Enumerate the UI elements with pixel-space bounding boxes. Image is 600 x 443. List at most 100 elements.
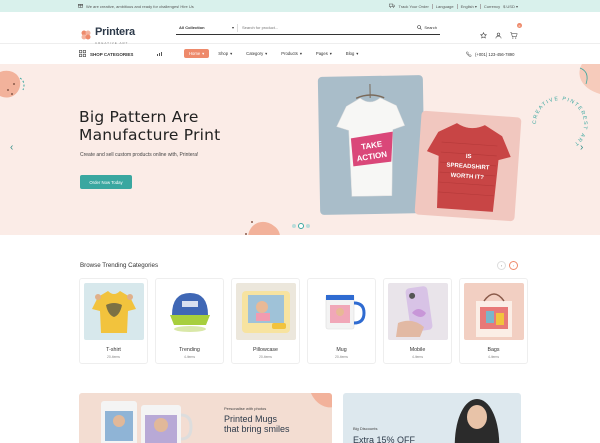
cap-image	[160, 283, 220, 340]
order-now-button[interactable]: Order Now Today	[80, 175, 132, 189]
prev-arrow-icon[interactable]: ‹	[497, 261, 506, 270]
search-category-value: All Collection	[179, 25, 205, 30]
grid-icon	[79, 50, 86, 58]
category-card-mug[interactable]: Mug 20-items	[307, 278, 376, 364]
account-icon[interactable]	[495, 26, 502, 44]
menu-item-label: Home	[189, 51, 201, 56]
tote-bag-image	[464, 283, 524, 340]
menu-item-label: Shop	[218, 51, 229, 56]
menu-item-label: Products	[281, 51, 298, 56]
discount-promo-banner[interactable]: Big Discounts Extra 15% OFF	[343, 393, 521, 443]
decorative-blob	[311, 393, 332, 408]
slider-dot-active[interactable]	[298, 223, 304, 229]
divider	[431, 3, 433, 9]
search-input[interactable]	[238, 25, 418, 30]
language-select[interactable]: English ▾	[461, 4, 477, 9]
logo[interactable]: Printera CREATIVE ART	[80, 22, 135, 45]
phone-link[interactable]: (+001) 123-456-7890	[466, 51, 514, 58]
category-card-bags[interactable]: Bags 4-items	[459, 278, 528, 364]
hero-title-line2: Manufacture Print	[79, 126, 221, 144]
phone-icon	[466, 51, 472, 58]
logo-text-group: Printera CREATIVE ART	[95, 22, 135, 46]
category-cards: T-shirt 20-items Trending 4-items Pillow…	[79, 278, 528, 364]
menu-item-category[interactable]: Category ▾	[241, 49, 272, 58]
menu: Home ▾ Shop ▾ Category ▾ Products ▾ Pages ▾ B…	[184, 49, 363, 58]
search-bar: All Collection ▾ Search	[176, 21, 440, 35]
hero-title: Big Pattern Are Manufacture Print	[79, 108, 220, 144]
category-name: Mug	[336, 347, 347, 353]
page: We are creative, ambitious and ready for…	[0, 0, 600, 443]
decorative-blob	[0, 70, 25, 98]
mugs-photo-image	[101, 401, 193, 443]
category-count: 4-items	[183, 355, 196, 359]
discount-promo-title: Extra 15% OFF	[353, 435, 416, 443]
circular-badge-text: CREATIVE PINTEREST ART	[532, 96, 587, 147]
wishlist-star-icon[interactable]	[480, 26, 487, 44]
track-order-link[interactable]: Track Your Order	[398, 4, 428, 9]
cart-icon	[510, 26, 518, 43]
cart-button[interactable]: 0	[510, 23, 522, 44]
circular-badge: CREATIVE PINTEREST ART	[532, 96, 587, 147]
currency-label: Currency	[483, 3, 501, 9]
language-value: English	[460, 3, 474, 9]
header: Printera CREATIVE ART All Collection ▾ S…	[0, 12, 600, 45]
category-card-trending[interactable]: Trending 4-items	[155, 278, 224, 364]
chevron-down-icon: ▾	[265, 51, 268, 56]
mugs-promo-banner[interactable]: Personalise with photos Printed Mugs tha…	[79, 393, 332, 443]
discount-promo-subtitle: Big Discounts	[353, 426, 378, 431]
mugs-promo-subtitle: Personalise with photos	[224, 406, 267, 411]
category-name: T-shirt	[106, 347, 121, 353]
category-count: 20-items	[334, 355, 348, 359]
category-count: 20-items	[258, 355, 272, 359]
chevron-down-icon: ▾	[299, 51, 302, 56]
top-bar: We are creative, ambitious and ready for…	[0, 0, 600, 12]
category-name: Mobile	[409, 347, 426, 353]
tshirt-image	[84, 283, 144, 340]
language-label: Language	[435, 3, 454, 9]
search-button[interactable]: Search	[417, 24, 440, 31]
mugs-promo-title-line1: Printed Mugs	[224, 414, 278, 424]
menu-item-home[interactable]: Home ▾	[184, 49, 210, 58]
next-arrow-icon[interactable]: ›	[509, 261, 518, 270]
category-card-mobile[interactable]: Mobile 4-items	[383, 278, 452, 364]
chevron-down-icon: ▾	[230, 51, 233, 56]
trending-title: Browse Trending Categories	[80, 262, 159, 269]
model-photo-image	[454, 399, 500, 443]
white-tshirt-image: TAKE ACTION	[317, 75, 426, 215]
mobile-case-image	[388, 283, 448, 340]
slider-dot[interactable]	[306, 224, 310, 228]
category-name: Pillowcase	[252, 347, 279, 353]
menu-item-products[interactable]: Products ▾	[276, 49, 307, 58]
menu-item-shop[interactable]: Shop ▾	[213, 49, 237, 58]
slider-dots	[292, 223, 310, 229]
menu-item-label: Blog	[345, 51, 355, 56]
hero-subtitle: Create and sell custom products online w…	[80, 152, 199, 158]
category-card-tshirt[interactable]: T-shirt 20-items	[79, 278, 148, 364]
chevron-down-icon: ▾	[474, 3, 477, 9]
menu-item-pages[interactable]: Pages ▾	[311, 49, 337, 58]
menu-item-label: Category	[246, 51, 264, 56]
menu-item-blog[interactable]: Blog ▾	[341, 49, 364, 58]
chevron-down-icon: ▾	[515, 3, 518, 9]
hero-prev-arrow-icon[interactable]: ‹	[10, 142, 13, 153]
search-category-select[interactable]: All Collection ▾	[176, 23, 238, 32]
category-count: 4-items	[487, 355, 500, 359]
search-icon	[417, 24, 423, 31]
top-promo: We are creative, ambitious and ready for…	[78, 3, 194, 9]
pillowcase-image	[236, 283, 296, 340]
mugs-promo-title-line2: that bring smiles	[224, 424, 290, 434]
slider-dot[interactable]	[292, 224, 296, 228]
currency-select[interactable]: $ USD ▾	[503, 4, 518, 9]
hero-title-line1: Big Pattern Are	[79, 108, 199, 126]
trending-nav: ‹ ›	[497, 261, 518, 270]
decorative-blob	[245, 221, 280, 235]
search-button-label: Search	[424, 25, 437, 30]
chevron-down-icon: ▾	[356, 51, 359, 56]
main-nav: SHOP CATEGORIES Home ▾ Shop ▾ Category ▾ Pr…	[0, 44, 600, 64]
shop-categories-button[interactable]: SHOP CATEGORIES	[79, 50, 133, 58]
category-name: Bags	[487, 347, 500, 353]
mugs-promo-title: Printed Mugs that bring smiles	[224, 414, 290, 434]
divider	[479, 3, 481, 9]
category-card-pillowcase[interactable]: Pillowcase 20-items	[231, 278, 300, 364]
gift-icon	[78, 3, 83, 9]
